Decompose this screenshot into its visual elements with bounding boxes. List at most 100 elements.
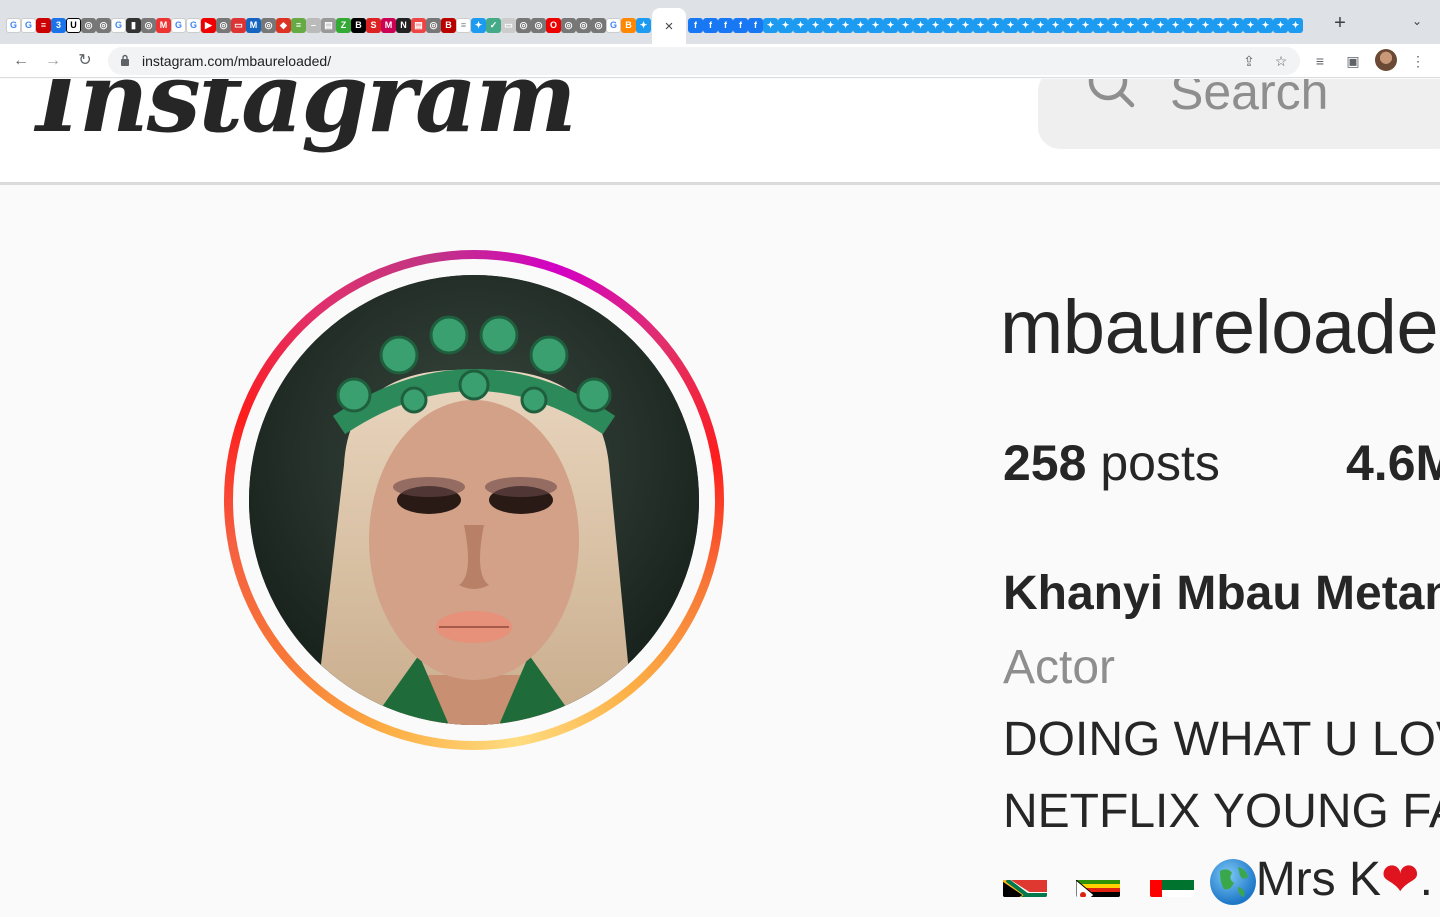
b-tab-icon[interactable]: B <box>351 17 366 33</box>
facebook-tab-icon[interactable]: f <box>703 17 718 33</box>
m-tab-icon[interactable]: M <box>381 17 396 33</box>
google-tab-icon[interactable]: G <box>21 17 36 33</box>
twitter-tab-icon[interactable]: ✦ <box>1198 17 1213 33</box>
twitter-tab-icon[interactable]: ✦ <box>1003 17 1018 33</box>
twitter-tab-icon[interactable]: ✦ <box>1078 17 1093 33</box>
globe-tab-icon[interactable]: ◎ <box>261 17 276 33</box>
grey-tab-icon[interactable]: – <box>306 17 321 33</box>
dark-tab-icon[interactable]: N <box>396 17 411 33</box>
twitter-tab-icon[interactable]: ✦ <box>1108 17 1123 33</box>
twitter-tab-icon[interactable]: ✦ <box>1153 17 1168 33</box>
twitter-tab-icon[interactable]: ✦ <box>1243 17 1258 33</box>
opera-tab-icon[interactable]: O <box>546 17 561 33</box>
tab-icon[interactable]: ✓ <box>486 17 501 33</box>
globe-tab-icon[interactable]: ◎ <box>141 17 156 33</box>
globe-tab-icon[interactable]: ◎ <box>516 17 531 33</box>
grey-tab-icon[interactable]: ▭ <box>501 17 516 33</box>
reload-icon[interactable]: ↻ <box>74 50 96 72</box>
twitter-tab-icon[interactable]: ✦ <box>883 17 898 33</box>
twitter-tab-icon[interactable]: ✦ <box>763 17 778 33</box>
facebook-tab-icon[interactable]: f <box>688 17 703 33</box>
twitter-tab-icon[interactable]: ✦ <box>943 17 958 33</box>
active-tab[interactable]: × <box>652 8 686 44</box>
twitter-tab-icon[interactable]: ✦ <box>793 17 808 33</box>
b-tab-icon[interactable]: B <box>441 17 456 33</box>
twitter-tab-icon[interactable]: ✦ <box>1168 17 1183 33</box>
followers-count[interactable]: 4.6M <box>1346 434 1440 492</box>
bookmark-star-icon[interactable]: ☆ <box>1272 52 1290 70</box>
twitter-tab-icon[interactable]: ✦ <box>1258 17 1273 33</box>
grey-tab-icon[interactable]: ▤ <box>321 17 336 33</box>
media-control-icon[interactable]: ≡ <box>1310 51 1330 71</box>
twitter-tab-icon[interactable]: ✦ <box>838 17 853 33</box>
google-tab-icon[interactable]: G <box>111 17 126 33</box>
google-tab-icon[interactable]: G <box>171 17 186 33</box>
s-tab-icon[interactable]: S <box>366 17 381 33</box>
twitter-tab-icon[interactable]: ✦ <box>778 17 793 33</box>
instagram-logo[interactable]: Instagram <box>36 79 577 154</box>
facebook-tab-icon[interactable]: f <box>733 17 748 33</box>
twitter-tab-icon[interactable]: ✦ <box>913 17 928 33</box>
reading-list-icon[interactable]: ▣ <box>1343 51 1363 71</box>
globe-tab-icon[interactable]: ◎ <box>576 17 591 33</box>
twitter-tab-icon[interactable]: ✦ <box>1033 17 1048 33</box>
red-tab-icon[interactable]: ▭ <box>231 17 246 33</box>
twitter-tab-icon[interactable]: ✦ <box>1288 17 1303 33</box>
tab-search-chevron-icon[interactable]: ⌄ <box>1408 14 1426 32</box>
google-tab-icon[interactable]: G <box>606 17 621 33</box>
new-tab-button[interactable]: + <box>1330 13 1350 33</box>
profile-picture[interactable] <box>249 275 699 725</box>
twitter-tab-icon[interactable]: ✦ <box>1123 17 1138 33</box>
twitter-tab-icon[interactable]: ✦ <box>808 17 823 33</box>
twitter-tab-icon[interactable]: ✦ <box>1228 17 1243 33</box>
red-tab-icon[interactable]: ▤ <box>411 17 426 33</box>
twitter-tab-icon[interactable]: ✦ <box>958 17 973 33</box>
twitter-tab-icon[interactable]: ✦ <box>973 17 988 33</box>
orange-tab-icon[interactable]: B <box>621 17 636 33</box>
twitter-tab-icon[interactable]: ✦ <box>1183 17 1198 33</box>
u-tab-icon[interactable]: U <box>66 17 81 33</box>
flip-tab-icon[interactable]: ◆ <box>276 17 291 33</box>
facebook-tab-icon[interactable]: f <box>718 17 733 33</box>
twitter-tab-icon[interactable]: ✦ <box>1093 17 1108 33</box>
twitter-tab-icon[interactable]: ✦ <box>1063 17 1078 33</box>
search-input[interactable]: Search <box>1038 79 1440 149</box>
globe-tab-icon[interactable]: ◎ <box>96 17 111 33</box>
twitter-tab-icon[interactable]: ✦ <box>868 17 883 33</box>
globe-tab-icon[interactable]: ◎ <box>426 17 441 33</box>
share-icon[interactable]: ⇪ <box>1240 52 1258 70</box>
youtube-tab-icon[interactable]: ▶ <box>201 17 216 33</box>
globe-tab-icon[interactable]: ◎ <box>216 17 231 33</box>
m-tab-icon[interactable]: M <box>246 17 261 33</box>
google-tab-icon[interactable]: G <box>6 17 21 33</box>
twitter-tab-icon[interactable]: ✦ <box>928 17 943 33</box>
close-tab-icon[interactable]: × <box>665 18 674 35</box>
more-menu-icon[interactable]: ⋮ <box>1408 51 1428 71</box>
twitter-tab-icon[interactable]: ✦ <box>1213 17 1228 33</box>
globe-tab-icon[interactable]: ◎ <box>81 17 96 33</box>
google-tab-icon[interactable]: G <box>186 17 201 33</box>
gmail-tab-icon[interactable]: M <box>156 17 171 33</box>
twitter-tab-icon[interactable]: ✦ <box>1048 17 1063 33</box>
lock-icon[interactable] <box>120 54 130 66</box>
doc-tab-icon[interactable]: ≡ <box>456 17 471 33</box>
twitter-tab-icon[interactable]: ✦ <box>853 17 868 33</box>
twitter-tab-icon[interactable]: ✦ <box>823 17 838 33</box>
dark-tab-icon[interactable]: ▮ <box>126 17 141 33</box>
twitter-tab-icon[interactable]: ✦ <box>1018 17 1033 33</box>
twitter-tab-icon[interactable]: ✦ <box>636 17 651 33</box>
twitter-tab-icon[interactable]: ✦ <box>988 17 1003 33</box>
globe-tab-icon[interactable]: ◎ <box>531 17 546 33</box>
story-ring[interactable] <box>224 250 724 750</box>
twitter-tab-icon[interactable]: ✦ <box>1138 17 1153 33</box>
profile-avatar[interactable] <box>1375 49 1397 71</box>
globe-tab-icon[interactable]: ◎ <box>591 17 606 33</box>
forward-arrow-icon[interactable]: → <box>42 50 64 72</box>
back-arrow-icon[interactable]: ← <box>10 50 32 72</box>
twitter-tab-icon[interactable]: ✦ <box>471 17 486 33</box>
url-text[interactable]: instagram.com/mbaureloaded/ <box>142 53 331 69</box>
facebook-tab-icon[interactable]: f <box>748 17 763 33</box>
address-bar[interactable]: instagram.com/mbaureloaded/ ⇪ ☆ <box>108 47 1300 75</box>
blue-tab-icon[interactable]: 3 <box>51 17 66 33</box>
twitter-tab-icon[interactable]: ✦ <box>898 17 913 33</box>
